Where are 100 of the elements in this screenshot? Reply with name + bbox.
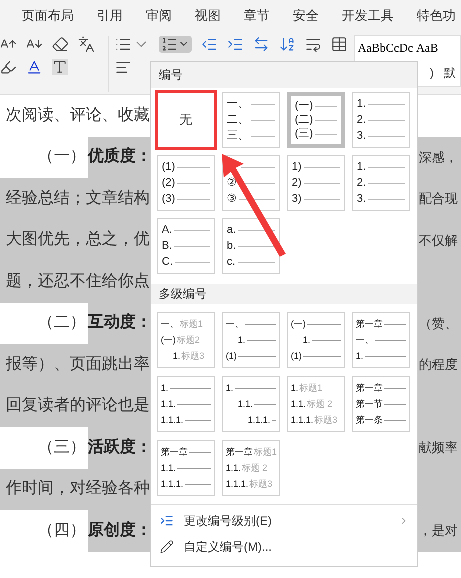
heading-caption: 标题1 xyxy=(180,320,204,328)
number-label: (三) xyxy=(295,128,314,140)
table-icon[interactable] xyxy=(331,36,348,53)
numbering-option[interactable]: 1) 2) 3) xyxy=(287,155,345,211)
numbered-list-button[interactable] xyxy=(159,36,192,53)
style-sample: AaBbCcDc xyxy=(358,40,414,58)
multilevel-option[interactable]: 第一章标题1 1.1.标题 2 1.1.1.标题3 xyxy=(222,440,280,496)
body-text: 深感， xyxy=(418,148,458,166)
ribbon-tab[interactable]: 视图 xyxy=(195,6,221,26)
number-label: B. xyxy=(162,240,172,252)
ribbon-tab[interactable]: 页面布局 xyxy=(22,6,74,26)
number-label: (1) xyxy=(226,352,237,360)
number-label: 1. xyxy=(356,352,364,360)
heading-number: （三） xyxy=(37,438,87,458)
number-label: (2) xyxy=(162,178,176,188)
font-color-icon[interactable] xyxy=(26,58,43,76)
multilevel-option[interactable]: 1. 1.1. 1.1.1. xyxy=(222,376,280,432)
number-label: ② xyxy=(227,178,237,188)
pencil-icon xyxy=(160,540,174,554)
body-text: ，是对 xyxy=(418,522,458,540)
multilevel-option[interactable]: 1.标题1 1.1.标题 2 1.1.1.标题3 xyxy=(287,376,345,432)
section-header: 编号 xyxy=(151,62,417,88)
multilevel-option[interactable]: 1. 1.1. 1.1.1. xyxy=(157,376,215,432)
number-label: (二) xyxy=(295,114,314,126)
number-label: 1. xyxy=(173,352,181,360)
ribbon-tab[interactable]: 特色功 xyxy=(417,6,456,26)
numbering-option[interactable]: (一) (二) (三) xyxy=(287,92,345,148)
numbering-option[interactable]: a. b. c. xyxy=(222,218,280,274)
number-label: 1. xyxy=(226,384,234,392)
menu-item[interactable]: 自定义编号(M)... xyxy=(151,534,417,560)
heading-title: 互动度： xyxy=(88,302,152,344)
multilevel-option[interactable]: 一、标题1 (一)标题2 1.标题3 xyxy=(157,312,215,368)
number-label: 第一节 xyxy=(356,400,383,408)
number-label: 第一章 xyxy=(226,448,253,456)
number-label: 第一条 xyxy=(356,416,383,424)
heading-title: 原创度： xyxy=(88,510,152,552)
heading-caption: 标题1 xyxy=(300,384,323,392)
style-name: ) xyxy=(430,65,434,82)
number-label: c. xyxy=(227,256,236,268)
number-label: 1. xyxy=(357,98,366,110)
number-label: 1.1. xyxy=(291,400,306,408)
sort-icon[interactable] xyxy=(279,36,296,53)
number-label: 第一章 xyxy=(356,320,383,328)
ribbon-tab[interactable]: 安全 xyxy=(293,6,319,26)
number-label: (3) xyxy=(162,194,176,204)
number-label: 1.1.1. xyxy=(161,480,184,488)
number-label: 1.1. xyxy=(161,400,176,408)
number-label: 1. xyxy=(303,336,311,344)
multilevel-option[interactable]: (一) 1. (1) xyxy=(287,312,345,368)
number-label: 2) xyxy=(292,178,302,188)
number-label: (1) xyxy=(291,352,302,360)
heading-caption: 标题1 xyxy=(254,448,278,456)
numbering-option[interactable]: 无 xyxy=(157,92,215,148)
body-text: （赞、 xyxy=(418,314,458,332)
body-text: 题，还忍不住给你点 xyxy=(0,261,150,302)
number-label: 一、 xyxy=(161,320,179,328)
eraser-icon[interactable] xyxy=(52,36,69,53)
number-label: 3. xyxy=(357,130,366,142)
number-label: 一、 xyxy=(356,336,374,344)
number-label: (一) xyxy=(291,320,306,328)
body-text: 报等）、页面跳出率 xyxy=(0,344,150,386)
heading-caption: 标题3 xyxy=(250,480,273,488)
number-label: ③ xyxy=(227,194,237,204)
ribbon-tab[interactable]: 开发工具 xyxy=(342,6,394,26)
number-label: C. xyxy=(162,256,173,268)
number-label: b. xyxy=(227,240,236,252)
menu-item[interactable]: 更改编号级别(E) xyxy=(151,508,417,534)
numbering-option[interactable]: 1. 2. 3. xyxy=(352,155,410,211)
heading-caption: 标题3 xyxy=(314,416,338,424)
ribbon-tab[interactable]: 引用 xyxy=(97,6,123,26)
numbered-list-icon xyxy=(161,36,178,53)
multilevel-option[interactable]: 第一章 第一节 第一条 xyxy=(352,376,410,432)
numbering-option[interactable]: 1. 2. 3. xyxy=(352,92,410,148)
char-shading-icon[interactable] xyxy=(52,59,68,76)
multilevel-option[interactable]: 一、 1. (1) xyxy=(222,312,280,368)
number-label: a. xyxy=(227,224,236,236)
number-label: 1. xyxy=(161,384,169,392)
number-label: 1.1. xyxy=(161,464,176,472)
highlighter-icon[interactable] xyxy=(0,58,17,76)
ribbon-tab[interactable]: 章节 xyxy=(244,6,270,26)
style-name: 默 xyxy=(444,65,456,82)
char-spacing-icon[interactable] xyxy=(253,36,270,53)
heading-number: （二） xyxy=(37,313,87,334)
style-sample: AaB xyxy=(416,40,438,58)
numbering-option[interactable]: 一、 二、 三、 xyxy=(222,92,280,148)
number-label: 1.1. xyxy=(238,400,254,408)
phonetic-icon[interactable] xyxy=(78,36,95,53)
body-text: 回复读者的评论也是 xyxy=(0,386,150,427)
ribbon-tab[interactable]: 审阅 xyxy=(146,6,172,26)
number-label: 第一章 xyxy=(161,448,188,456)
number-label: 1. xyxy=(238,336,246,344)
heading-title: 活跃度： xyxy=(88,427,152,468)
heading-caption: 标题 2 xyxy=(242,464,268,472)
number-label: 二、 xyxy=(227,114,249,126)
number-label: (1) xyxy=(162,162,176,172)
multilevel-option[interactable]: 第一章 一、 1. xyxy=(352,312,410,368)
heading-number: （一） xyxy=(37,147,87,168)
multilevel-option[interactable]: 第一章 1.1. 1.1.1. xyxy=(157,440,215,496)
numbering-option[interactable]: A. B. C. xyxy=(157,218,215,274)
numbering-option[interactable]: (1) (2) (3) xyxy=(157,155,215,211)
